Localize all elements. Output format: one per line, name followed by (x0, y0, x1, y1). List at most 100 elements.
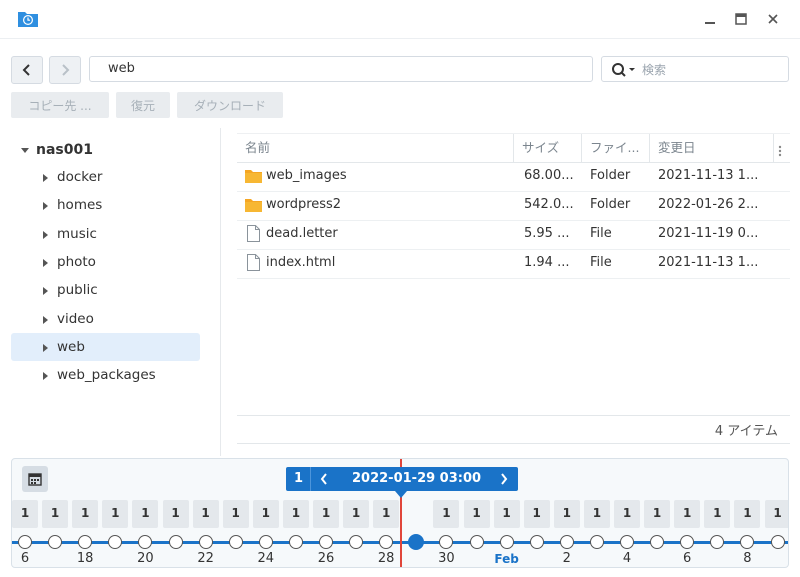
snapshot-count[interactable]: 1 (523, 500, 550, 528)
timeline-node-selected[interactable] (408, 534, 425, 550)
col-modified[interactable]: 変更日 (650, 134, 774, 162)
column-menu-icon[interactable] (778, 142, 782, 161)
timeline-node[interactable] (349, 535, 364, 549)
tree-root[interactable]: nas001 (20, 142, 93, 158)
timeline-node[interactable] (379, 535, 394, 549)
snapshot-count[interactable]: 1 (674, 500, 701, 528)
timeline-node[interactable] (108, 535, 123, 549)
snapshot-count[interactable]: 1 (463, 500, 490, 528)
table-row[interactable]: index.html 1.94 ... File 2021-11-13 1... (237, 249, 790, 279)
snapshot-count[interactable]: 1 (764, 500, 788, 528)
timeline-node[interactable] (288, 535, 303, 549)
timeline-node[interactable] (319, 535, 333, 549)
tree-item-music[interactable]: music (11, 220, 200, 248)
snapshot-count[interactable]: 1 (42, 500, 69, 528)
timeline-node[interactable] (740, 535, 755, 549)
timeline-node[interactable] (589, 535, 604, 549)
tree-item-web-packages[interactable]: web_packages (11, 361, 200, 389)
timeline-node[interactable] (559, 535, 574, 549)
timeline-node[interactable] (499, 535, 514, 549)
tree-item-photo[interactable]: photo (11, 248, 200, 276)
timeline-node[interactable] (228, 535, 243, 549)
timeline-date-label: 6 (683, 551, 692, 566)
table-row[interactable]: web_images 68.00... Folder 2021-11-13 1... (237, 162, 790, 192)
snapshot-count[interactable]: 1 (102, 500, 129, 528)
tree-item-label: music (57, 225, 97, 242)
snapshot-count[interactable]: 1 (222, 500, 249, 528)
snapshot-count[interactable]: 1 (252, 500, 279, 528)
next-date-button[interactable] (500, 473, 508, 489)
timeline-node[interactable] (439, 535, 454, 549)
tree-item-web[interactable]: web (11, 332, 200, 361)
path-text: web (108, 61, 135, 76)
snapshot-count[interactable]: 1 (282, 500, 309, 528)
snapshot-timeline[interactable]: 11111111111111111111111111 6182022242628… (11, 458, 789, 568)
pane-divider[interactable] (220, 128, 221, 456)
tree-item-homes[interactable]: homes (11, 191, 200, 219)
timeline-node[interactable] (680, 535, 695, 549)
snapshot-count[interactable]: 1 (614, 500, 640, 528)
prev-date-button[interactable] (320, 473, 328, 489)
timeline-date-label: 22 (197, 551, 214, 566)
timeline-node[interactable] (48, 535, 63, 549)
file-icon (247, 254, 260, 271)
snapshot-count[interactable]: 1 (373, 500, 400, 528)
timeline-date-label: 2 (562, 551, 571, 566)
snapshot-count[interactable]: 1 (734, 500, 761, 528)
snapshot-count[interactable]: 1 (343, 500, 370, 528)
snapshot-count[interactable]: 1 (553, 500, 580, 528)
snapshot-count[interactable]: 1 (433, 500, 460, 528)
table-row[interactable]: wordpress2 542.0... Folder 2022-01-26 2... (237, 191, 790, 221)
snapshot-count[interactable]: 1 (583, 500, 610, 528)
snapshot-count[interactable]: 1 (704, 500, 731, 528)
snapshot-count[interactable]: 1 (192, 500, 219, 528)
timeline-node[interactable] (18, 535, 32, 549)
back-button[interactable] (11, 56, 43, 84)
snapshot-count[interactable]: 1 (644, 500, 671, 528)
col-name[interactable]: 名前 (237, 134, 514, 162)
path-field[interactable]: web (89, 56, 593, 82)
snapshot-count[interactable]: 1 (12, 500, 38, 528)
timeline-node[interactable] (710, 535, 725, 549)
close-button[interactable] (762, 8, 784, 30)
chevron-right-icon (62, 64, 70, 76)
timeline-node[interactable] (620, 535, 634, 549)
snapshot-count[interactable]: 1 (493, 500, 520, 528)
timeline-node[interactable] (198, 535, 213, 549)
snapshot-count[interactable]: 1 (72, 500, 99, 528)
tree-item-public[interactable]: public (11, 276, 200, 304)
timeline-node[interactable] (258, 535, 273, 549)
timeline-node[interactable] (138, 535, 153, 549)
timeline-node[interactable] (650, 535, 665, 549)
snapshot-count[interactable]: 1 (132, 500, 159, 528)
tree-item-docker[interactable]: docker (11, 163, 200, 191)
copy-to-button[interactable]: コピー先 ... (11, 92, 109, 118)
calendar-button[interactable] (22, 466, 48, 492)
timeline-node[interactable] (770, 535, 785, 549)
caret-right-icon (43, 258, 48, 267)
snapshot-count[interactable]: 1 (313, 500, 339, 528)
tree-item-label: web_packages (57, 367, 156, 384)
forward-button[interactable] (49, 56, 81, 84)
timeline-node[interactable] (78, 535, 93, 549)
file-type: Folder (590, 168, 631, 183)
table-row[interactable]: dead.letter 5.95 ... File 2021-11-19 0... (237, 220, 790, 250)
chevron-right-icon (501, 473, 508, 485)
file-modified: 2021-11-13 1... (658, 168, 759, 183)
table-header: 名前 サイズ ファイ... 変更日 (237, 133, 790, 163)
timeline-node[interactable] (529, 535, 544, 549)
timeline-node[interactable] (168, 535, 183, 549)
download-button[interactable]: ダウンロード (177, 92, 283, 118)
col-size[interactable]: サイズ (514, 134, 582, 162)
col-type[interactable]: ファイ... (582, 134, 650, 162)
timeline-date-label: 30 (438, 551, 455, 566)
timeline-node[interactable] (469, 535, 484, 549)
maximize-button[interactable] (730, 8, 752, 30)
restore-button[interactable]: 復元 (116, 92, 170, 118)
file-size: 1.94 ... (524, 255, 570, 270)
minimize-button[interactable] (699, 8, 721, 30)
snapshot-count[interactable]: 1 (162, 500, 189, 528)
caret-right-icon (43, 372, 48, 381)
tree-item-video[interactable]: video (11, 305, 200, 333)
search-input[interactable]: 検索 (601, 56, 789, 82)
